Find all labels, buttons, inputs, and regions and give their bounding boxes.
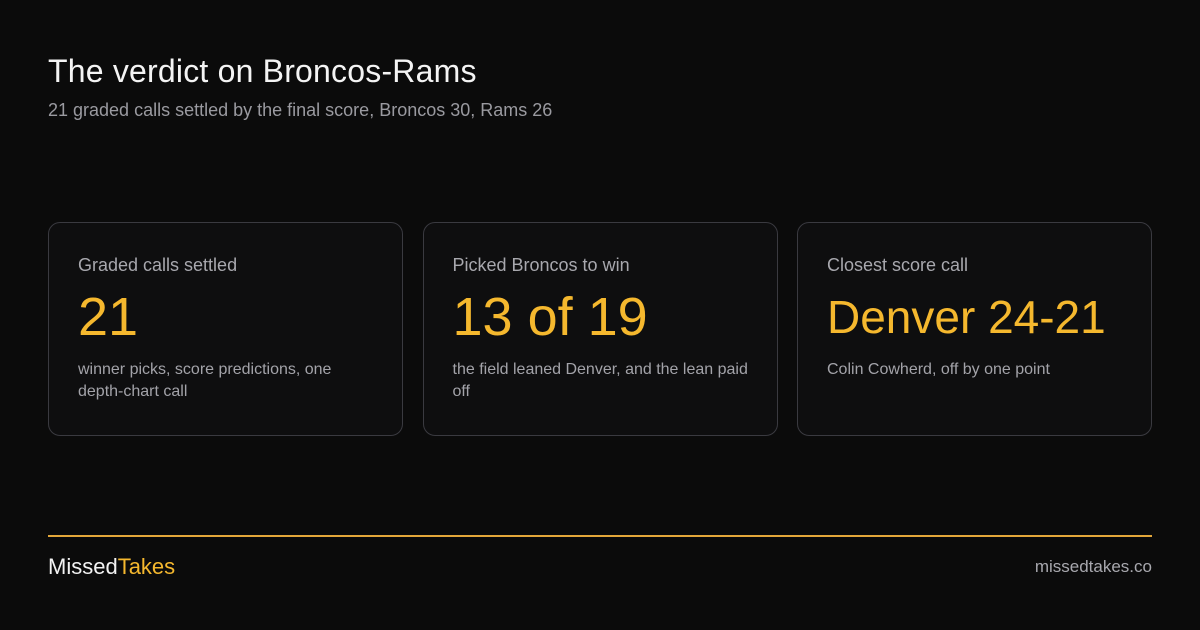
stat-card-closest-score: Closest score call Denver 24-21 Colin Co… [797,222,1152,436]
page-subtitle: 21 graded calls settled by the final sco… [48,100,553,120]
footer-divider [48,535,1152,537]
brand-name-part1: Missed [48,554,118,579]
stat-card-label: Graded calls settled [78,255,238,275]
brand-name-part2: Takes [117,554,176,579]
stat-card-label: Picked Broncos to win [452,255,630,275]
brand-logo: MissedTakes [48,552,175,582]
stat-card-note: winner picks, score predictions, one dep… [78,361,332,400]
stat-card-note: Colin Cowherd, off by one point [827,361,1050,378]
header: The verdict on Broncos-Rams 21 graded ca… [48,52,1152,122]
stat-card-picked-broncos: Picked Broncos to win 13 of 19 the field… [422,222,778,436]
stat-card-label: Closest score call [827,255,969,275]
site-url: missedtakes.co [1034,557,1152,576]
stat-card-value: 13 of 19 [452,287,648,347]
footer: MissedTakes missedtakes.co [48,552,1152,582]
page-title: The verdict on Broncos-Rams [48,53,477,89]
stat-card-graded-calls: Graded calls settled 21 winner picks, sc… [48,222,403,436]
stat-card-value: Denver 24-21 [827,291,1106,343]
stat-cards: Graded calls settled 21 winner picks, sc… [48,222,1152,436]
stat-card-note: the field leaned Denver, and the lean pa… [452,361,748,400]
stat-card-value: 21 [78,287,139,347]
